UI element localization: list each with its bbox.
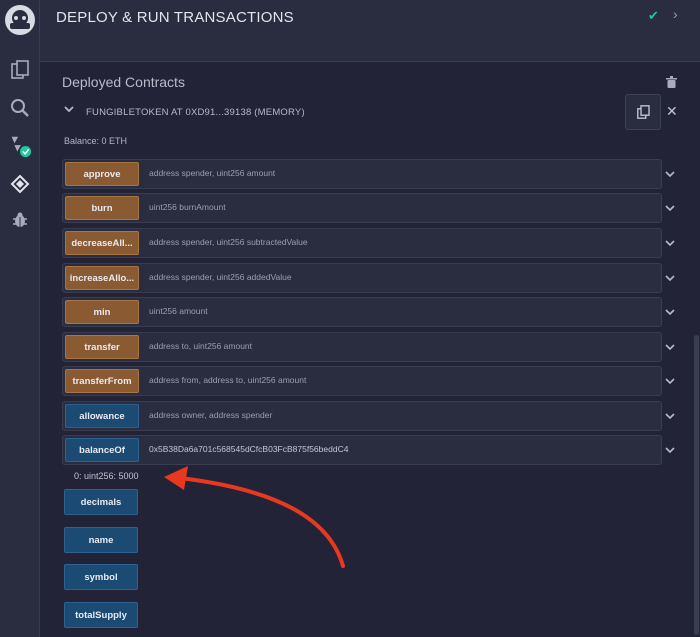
name-button[interactable]: name	[64, 527, 138, 553]
balance-of-input[interactable]: 0x5B38Da6a701c568545dCfcB03FcB875f56bedd…	[149, 444, 348, 454]
chevron-down-icon[interactable]	[664, 263, 676, 293]
balance-of-output: 0: uint256: 5000	[74, 471, 139, 481]
function-row-transfer-from: transferFrom address from, address to, u…	[62, 366, 662, 396]
transfer-input[interactable]: address to, uint256 amount	[149, 341, 252, 351]
file-explorer-icon[interactable]	[8, 58, 32, 82]
min-button[interactable]: min	[65, 300, 139, 324]
chevron-down-icon[interactable]	[664, 297, 676, 327]
copy-icon	[636, 105, 650, 119]
chevron-down-icon[interactable]	[664, 366, 676, 396]
allowance-button[interactable]: allowance	[65, 404, 139, 428]
panel-header: DEPLOY & RUN TRANSACTIONS ✔ ›	[40, 0, 700, 62]
decimals-button[interactable]: decimals	[64, 489, 138, 515]
function-row-burn: burn uint256 burnAmount	[62, 193, 662, 223]
function-row-transfer: transfer address to, uint256 amount	[62, 332, 662, 362]
check-icon: ✔	[648, 8, 659, 23]
function-row-allowance: allowance address owner, address spender	[62, 401, 662, 431]
function-row-min: min uint256 amount	[62, 297, 662, 327]
deploy-run-icon[interactable]	[8, 172, 32, 196]
deployed-contracts-title: Deployed Contracts	[62, 74, 185, 90]
function-row-balance-of: balanceOf 0x5B38Da6a701c568545dCfcB03FcB…	[62, 435, 662, 465]
symbol-button[interactable]: symbol	[64, 564, 138, 590]
balance-of-button[interactable]: balanceOf	[65, 438, 139, 462]
approve-button[interactable]: approve	[65, 162, 139, 186]
function-row-increase-allowance: increaseAllo... address spender, uint256…	[62, 263, 662, 293]
transfer-button[interactable]: transfer	[65, 335, 139, 359]
debugger-icon[interactable]	[8, 208, 32, 232]
chevron-down-icon[interactable]	[664, 228, 676, 258]
chevron-down-icon[interactable]	[664, 435, 676, 465]
increase-allowance-button[interactable]: increaseAllo...	[65, 266, 139, 290]
copy-address-button[interactable]	[625, 94, 661, 130]
transfer-from-input[interactable]: address from, address to, uint256 amount	[149, 375, 306, 385]
function-row-decrease-allowance: decreaseAll... address spender, uint256 …	[62, 228, 662, 258]
close-icon[interactable]: ✕	[666, 103, 678, 120]
panel-title: DEPLOY & RUN TRANSACTIONS	[56, 9, 294, 26]
icon-rail	[0, 0, 40, 637]
remix-logo-icon[interactable]	[3, 3, 37, 37]
approve-input[interactable]: address spender, uint256 amount	[149, 168, 275, 178]
contract-instance-name: FUNGIBLETOKEN AT 0XD91...39138 (MEMORY)	[86, 107, 305, 118]
caret-down-icon[interactable]	[64, 105, 74, 113]
contract-balance: Balance: 0 ETH	[64, 136, 128, 146]
chevron-down-icon[interactable]	[664, 193, 676, 223]
increase-allowance-input[interactable]: address spender, uint256 addedValue	[149, 272, 292, 282]
function-row-approve: approve address spender, uint256 amount	[62, 159, 662, 189]
solidity-compiler-icon[interactable]	[8, 134, 32, 158]
scrollbar-thumb[interactable]	[694, 335, 699, 635]
allowance-input[interactable]: address owner, address spender	[149, 410, 272, 420]
burn-button[interactable]: burn	[65, 196, 139, 220]
search-icon[interactable]	[8, 96, 32, 120]
trash-icon[interactable]	[666, 75, 677, 93]
chevron-up-icon[interactable]: ›	[673, 6, 678, 22]
chevron-down-icon[interactable]	[664, 332, 676, 362]
burn-input[interactable]: uint256 burnAmount	[149, 202, 226, 212]
min-input[interactable]: uint256 amount	[149, 306, 208, 316]
chevron-down-icon[interactable]	[664, 159, 676, 189]
total-supply-button[interactable]: totalSupply	[64, 602, 138, 628]
deploy-run-panel: DEPLOY & RUN TRANSACTIONS ✔ › Deployed C…	[40, 0, 700, 637]
transfer-from-button[interactable]: transferFrom	[65, 369, 139, 393]
decrease-allowance-button[interactable]: decreaseAll...	[65, 231, 139, 255]
contract-instance-bar[interactable]: FUNGIBLETOKEN AT 0XD91...39138 (MEMORY)	[58, 96, 684, 128]
chevron-down-icon[interactable]	[664, 401, 676, 431]
decrease-allowance-input[interactable]: address spender, uint256 subtractedValue	[149, 237, 308, 247]
